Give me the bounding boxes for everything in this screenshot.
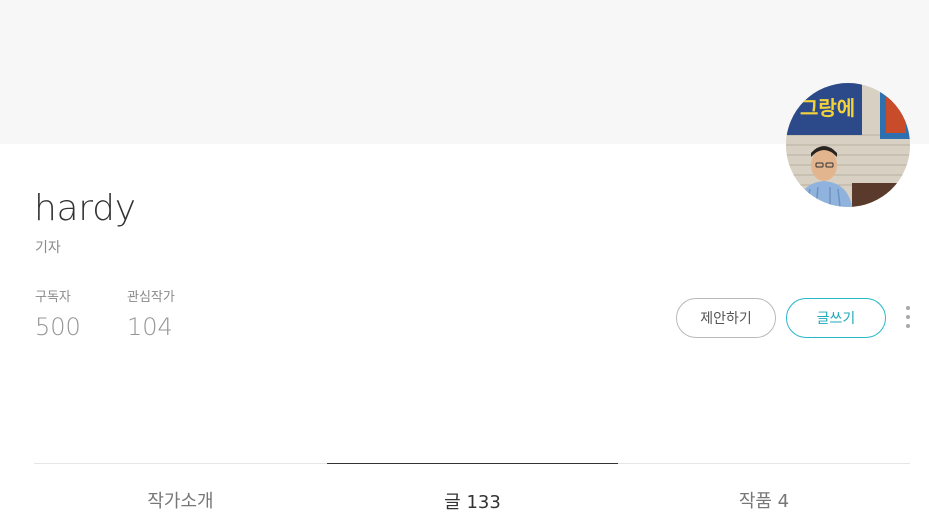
following-count: 104 <box>127 313 173 341</box>
tab-works[interactable]: 작품 4 <box>618 463 910 531</box>
profile-avatar[interactable]: 그랑에 <box>786 83 910 207</box>
following-stat[interactable]: 관심작가 104 <box>127 289 175 343</box>
tab-posts[interactable]: 글 133 <box>327 463 618 531</box>
more-dot <box>906 306 910 310</box>
tab-author-intro[interactable]: 작가소개 <box>34 463 327 531</box>
write-button[interactable]: 글쓰기 <box>786 298 886 338</box>
subscribers-label: 구독자 <box>35 290 71 305</box>
profile-role: 기자 <box>35 240 61 256</box>
more-dot <box>906 315 910 319</box>
profile-name: hardy <box>34 188 136 229</box>
following-label: 관심작가 <box>127 290 175 305</box>
suggest-button[interactable]: 제안하기 <box>676 298 776 338</box>
more-dot <box>906 324 910 328</box>
avatar-sign-text: 그랑에 <box>800 96 855 120</box>
more-options-icon[interactable] <box>898 304 918 330</box>
subscribers-count: 500 <box>35 313 81 341</box>
avatar-photo: 그랑에 <box>786 83 910 207</box>
subscribers-stat[interactable]: 구독자 500 <box>35 289 81 343</box>
